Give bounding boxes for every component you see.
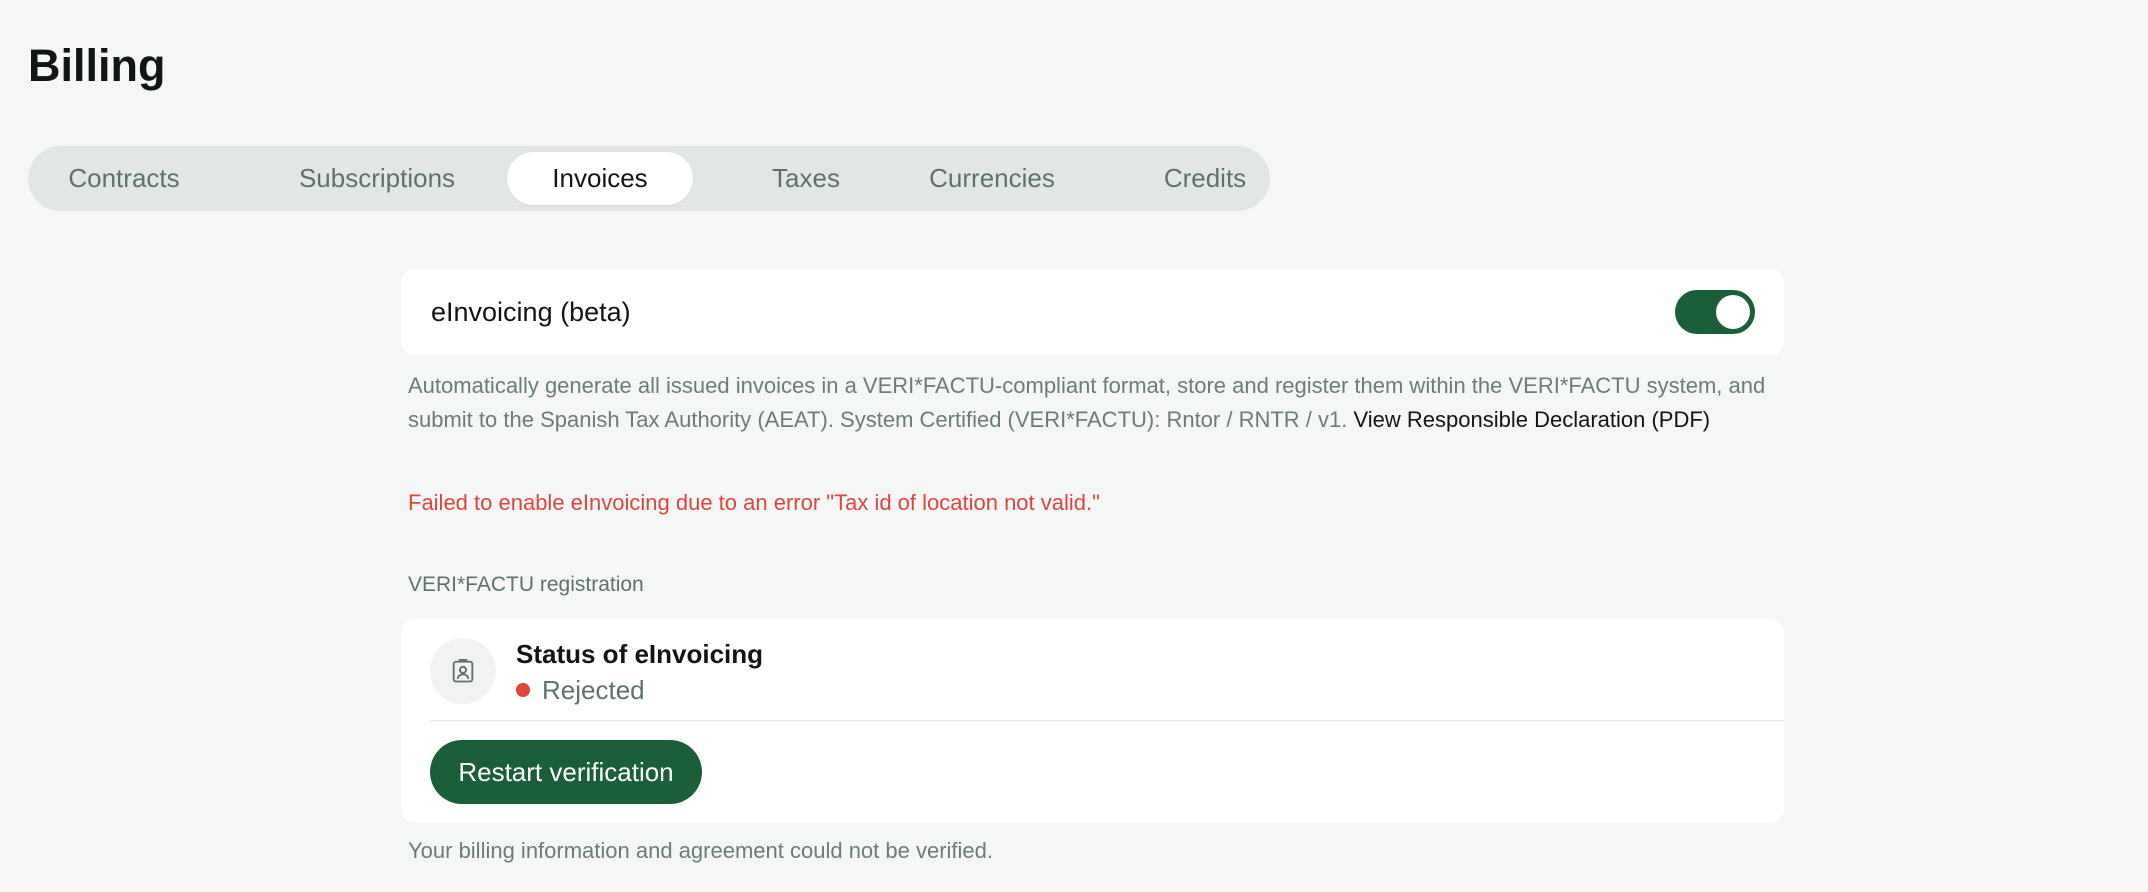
status-indicator: Rejected bbox=[516, 672, 645, 708]
tab-taxes[interactable]: Taxes bbox=[721, 152, 891, 205]
registration-status-card: Status of eInvoicing Rejected Restart ve… bbox=[401, 619, 1784, 823]
tab-credits[interactable]: Credits bbox=[1122, 152, 1288, 205]
responsible-declaration-link[interactable]: View Responsible Declaration (PDF) bbox=[1353, 407, 1710, 432]
tab-contracts[interactable]: Contracts bbox=[50, 152, 198, 205]
divider bbox=[430, 720, 1784, 721]
status-dot-icon bbox=[516, 683, 530, 697]
verification-footnote: Your billing information and agreement c… bbox=[408, 838, 993, 863]
id-badge-icon bbox=[430, 638, 496, 704]
status-title: Status of eInvoicing bbox=[516, 639, 764, 669]
page-title: Billing bbox=[28, 40, 166, 91]
billing-tabs: Contracts Subscriptions Invoices Taxes C… bbox=[28, 146, 1270, 211]
tab-currencies[interactable]: Currencies bbox=[890, 152, 1094, 205]
restart-verification-button[interactable]: Restart verification bbox=[430, 740, 702, 804]
einvoicing-card: eInvoicing (beta) bbox=[401, 269, 1784, 355]
registration-section-label: VERI*FACTU registration bbox=[408, 573, 644, 596]
einvoicing-toggle[interactable] bbox=[1675, 290, 1755, 334]
einvoicing-title: eInvoicing (beta) bbox=[431, 297, 631, 327]
toggle-knob bbox=[1716, 295, 1750, 329]
status-value: Rejected bbox=[542, 675, 645, 705]
tab-invoices[interactable]: Invoices bbox=[507, 152, 693, 205]
einvoicing-error-message: Failed to enable eInvoicing due to an er… bbox=[408, 490, 1100, 515]
tab-subscriptions[interactable]: Subscriptions bbox=[273, 152, 481, 205]
einvoicing-description: Automatically generate all issued invoic… bbox=[408, 369, 1788, 437]
